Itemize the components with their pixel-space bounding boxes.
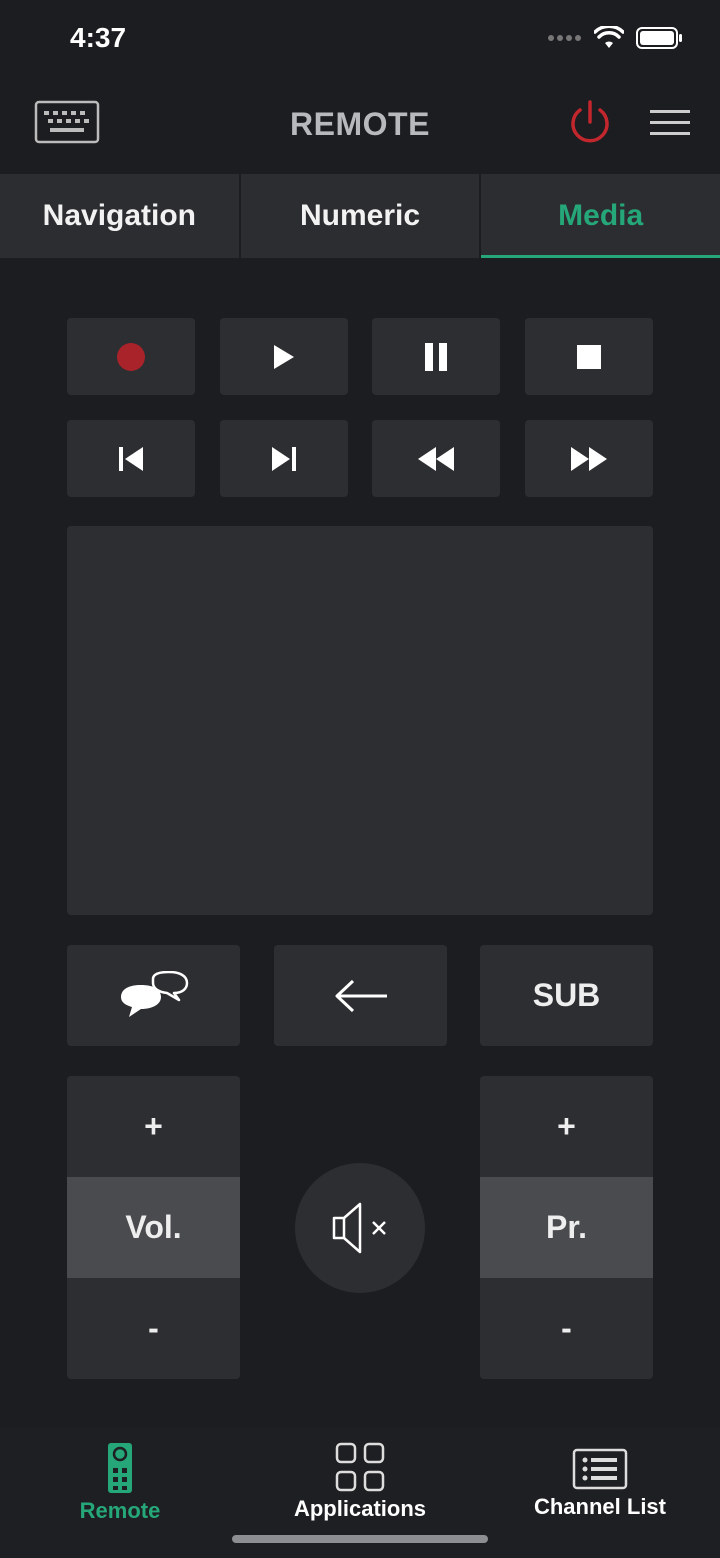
back-arrow-icon bbox=[335, 979, 387, 1012]
header: REMOTE bbox=[0, 80, 720, 174]
power-button[interactable] bbox=[566, 98, 614, 146]
play-icon bbox=[274, 344, 294, 369]
program-label: Pr. bbox=[480, 1177, 653, 1278]
signal-icon bbox=[548, 35, 581, 41]
chat-button[interactable] bbox=[67, 945, 240, 1046]
stop-button[interactable] bbox=[525, 318, 653, 395]
fast-forward-button[interactable] bbox=[525, 420, 653, 497]
mute-speaker-icon bbox=[332, 1202, 386, 1254]
nav-channel-list-label: Channel List bbox=[533, 1494, 666, 1519]
rewind-icon bbox=[418, 446, 454, 471]
menu-button[interactable] bbox=[648, 108, 692, 138]
nav-channel-list[interactable]: Channel List bbox=[480, 1442, 720, 1542]
wifi-icon bbox=[594, 26, 624, 48]
skip-previous-button[interactable] bbox=[67, 420, 195, 497]
remote-icon bbox=[108, 1443, 132, 1493]
home-indicator bbox=[232, 1535, 488, 1543]
skip-previous-icon bbox=[119, 446, 143, 471]
back-button[interactable] bbox=[274, 945, 447, 1046]
pause-button[interactable] bbox=[372, 318, 500, 395]
list-icon bbox=[572, 1448, 628, 1490]
status-icons bbox=[548, 26, 684, 50]
status-time: 4:37 bbox=[70, 22, 127, 53]
grid-icon bbox=[335, 1442, 385, 1492]
mute-button[interactable] bbox=[295, 1163, 425, 1293]
rewind-button[interactable] bbox=[372, 420, 500, 497]
tab-numeric[interactable]: Numeric bbox=[240, 174, 480, 258]
tab-bar: Navigation Numeric Media bbox=[0, 174, 720, 258]
record-icon bbox=[117, 342, 145, 371]
tab-media[interactable]: Media bbox=[481, 174, 720, 258]
fast-forward-icon bbox=[571, 446, 607, 471]
subtitle-button[interactable]: SUB bbox=[480, 945, 653, 1046]
volume-rocker: + Vol. - bbox=[67, 1076, 240, 1379]
nav-remote-label: Remote bbox=[79, 1498, 161, 1523]
program-up-button[interactable]: + bbox=[480, 1076, 653, 1177]
skip-next-button[interactable] bbox=[220, 420, 348, 497]
power-icon bbox=[571, 100, 609, 143]
volume-label: Vol. bbox=[67, 1177, 240, 1278]
volume-down-button[interactable]: - bbox=[67, 1278, 240, 1379]
volume-up-button[interactable]: + bbox=[67, 1076, 240, 1177]
status-bar: 4:37 bbox=[0, 0, 720, 80]
program-down-button[interactable]: - bbox=[480, 1278, 653, 1379]
play-button[interactable] bbox=[220, 318, 348, 395]
chat-bubbles-icon bbox=[120, 970, 188, 1017]
nav-applications-label: Applications bbox=[293, 1496, 426, 1521]
battery-icon bbox=[636, 27, 682, 49]
nav-applications[interactable]: Applications bbox=[240, 1442, 480, 1542]
nav-remote[interactable]: Remote bbox=[0, 1442, 240, 1542]
touchpad[interactable] bbox=[67, 526, 653, 915]
pause-icon bbox=[425, 342, 447, 371]
record-button[interactable] bbox=[67, 318, 195, 395]
skip-next-icon bbox=[272, 446, 296, 471]
hamburger-menu-icon bbox=[650, 110, 690, 135]
tab-navigation[interactable]: Navigation bbox=[0, 174, 239, 258]
program-rocker: + Pr. - bbox=[480, 1076, 653, 1379]
stop-icon bbox=[577, 344, 601, 369]
